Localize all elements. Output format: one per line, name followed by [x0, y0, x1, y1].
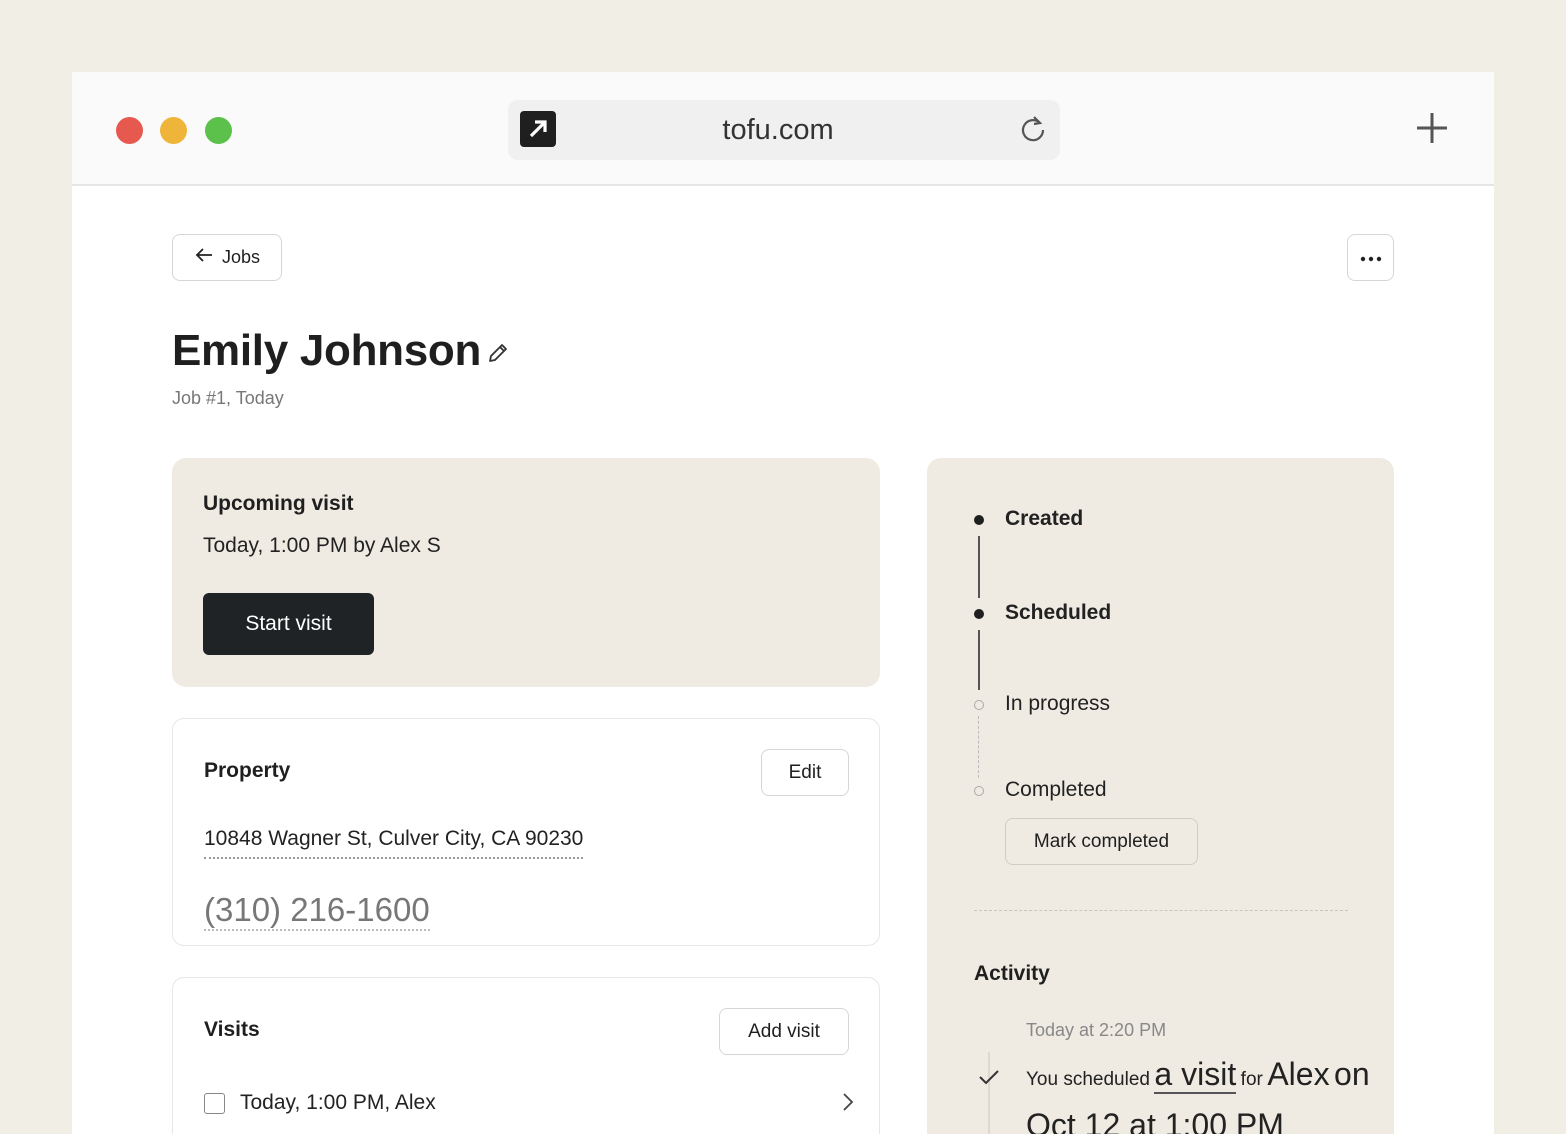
close-window-button[interactable] — [116, 117, 143, 144]
activity-visit-link[interactable]: a visit — [1154, 1056, 1237, 1094]
new-tab-plus-icon[interactable] — [1414, 110, 1450, 151]
job-detail-page: Jobs Emily Johnson Job #1, Today Upcomin… — [72, 188, 1494, 1134]
activity-mid: for — [1240, 1069, 1263, 1090]
edit-name-pencil-icon[interactable] — [486, 341, 510, 370]
step-created: Created — [1005, 507, 1084, 530]
property-card: Property Edit 10848 Wagner St, Culver Ci… — [172, 718, 880, 946]
reload-icon[interactable] — [1018, 114, 1048, 149]
checkmark-icon — [978, 1068, 1000, 1091]
arrow-left-icon — [194, 247, 214, 268]
visit-label: Today, 1:00 PM, Alex — [240, 1091, 436, 1114]
activity-person: Alex — [1267, 1056, 1330, 1092]
step-in-progress: In progress — [1005, 692, 1111, 715]
upcoming-visit-card: Upcoming visit Today, 1:00 PM by Alex S … — [172, 458, 880, 687]
upcoming-visit-heading: Upcoming visit — [203, 492, 354, 515]
step-connector — [978, 630, 980, 690]
browser-window: tofu.com Jobs Emily Johnson Job #1, Toda… — [72, 72, 1494, 1134]
url-text: tofu.com — [722, 114, 834, 146]
step-created-dot — [974, 515, 984, 525]
back-to-jobs-button[interactable]: Jobs — [172, 234, 282, 281]
edit-property-button[interactable]: Edit — [761, 749, 849, 796]
activity-heading: Activity — [974, 962, 1050, 985]
visit-checkbox[interactable] — [204, 1092, 225, 1114]
chevron-right-icon — [842, 1092, 854, 1117]
visits-heading: Visits — [204, 1018, 260, 1041]
property-phone-link[interactable]: (310) 216-1600 — [204, 891, 430, 931]
step-completed: Completed — [1005, 778, 1107, 801]
upcoming-visit-detail: Today, 1:00 PM by Alex S — [203, 534, 441, 557]
step-scheduled: Scheduled — [1005, 601, 1112, 624]
more-options-button[interactable] — [1347, 234, 1394, 281]
step-scheduled-dot — [974, 609, 984, 619]
address-bar[interactable]: tofu.com — [508, 100, 1060, 160]
browser-toolbar: tofu.com — [72, 72, 1494, 186]
add-visit-button[interactable]: Add visit — [719, 1008, 849, 1055]
property-address-link[interactable]: 10848 Wagner St, Culver City, CA 90230 — [204, 827, 584, 859]
minimize-window-button[interactable] — [160, 117, 187, 144]
start-visit-button[interactable]: Start visit — [203, 593, 374, 655]
step-in-progress-dot — [974, 700, 984, 710]
job-subtitle: Job #1, Today — [172, 388, 284, 408]
activity-timestamp: Today at 2:20 PM — [1026, 1020, 1167, 1040]
visits-card: Visits Add visit Today, 1:00 PM, Alex — [172, 977, 880, 1134]
activity-entry: You scheduled a visit for Alex on Oct 12… — [1026, 1052, 1376, 1134]
step-connector — [978, 536, 980, 598]
mark-completed-button[interactable]: Mark completed — [1005, 818, 1198, 865]
section-divider — [974, 910, 1348, 911]
ellipsis-icon — [1360, 249, 1382, 267]
activity-timeline-line — [988, 1052, 990, 1134]
step-connector-dashed — [978, 716, 979, 778]
visit-list-item[interactable]: Today, 1:00 PM, Alex — [204, 1088, 854, 1118]
back-button-label: Jobs — [221, 247, 261, 267]
activity-prefix: You scheduled — [1026, 1069, 1150, 1090]
step-completed-dot — [974, 786, 984, 796]
status-card: Created Scheduled In progress Completed … — [927, 458, 1394, 1134]
maximize-window-button[interactable] — [205, 117, 232, 144]
page-background: tofu.com Jobs Emily Johnson Job #1, Toda… — [0, 0, 1566, 1134]
page-title: Emily Johnson — [172, 326, 482, 375]
property-heading: Property — [204, 759, 291, 782]
